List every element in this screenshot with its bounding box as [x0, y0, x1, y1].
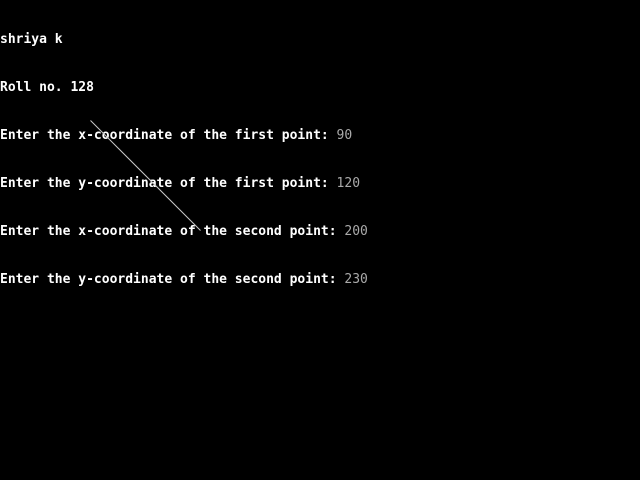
- drawn-line: [90, 120, 201, 231]
- console-window: shriya k Roll no. 128 Enter the x-coordi…: [0, 0, 640, 480]
- graphics-canvas: [90, 120, 201, 231]
